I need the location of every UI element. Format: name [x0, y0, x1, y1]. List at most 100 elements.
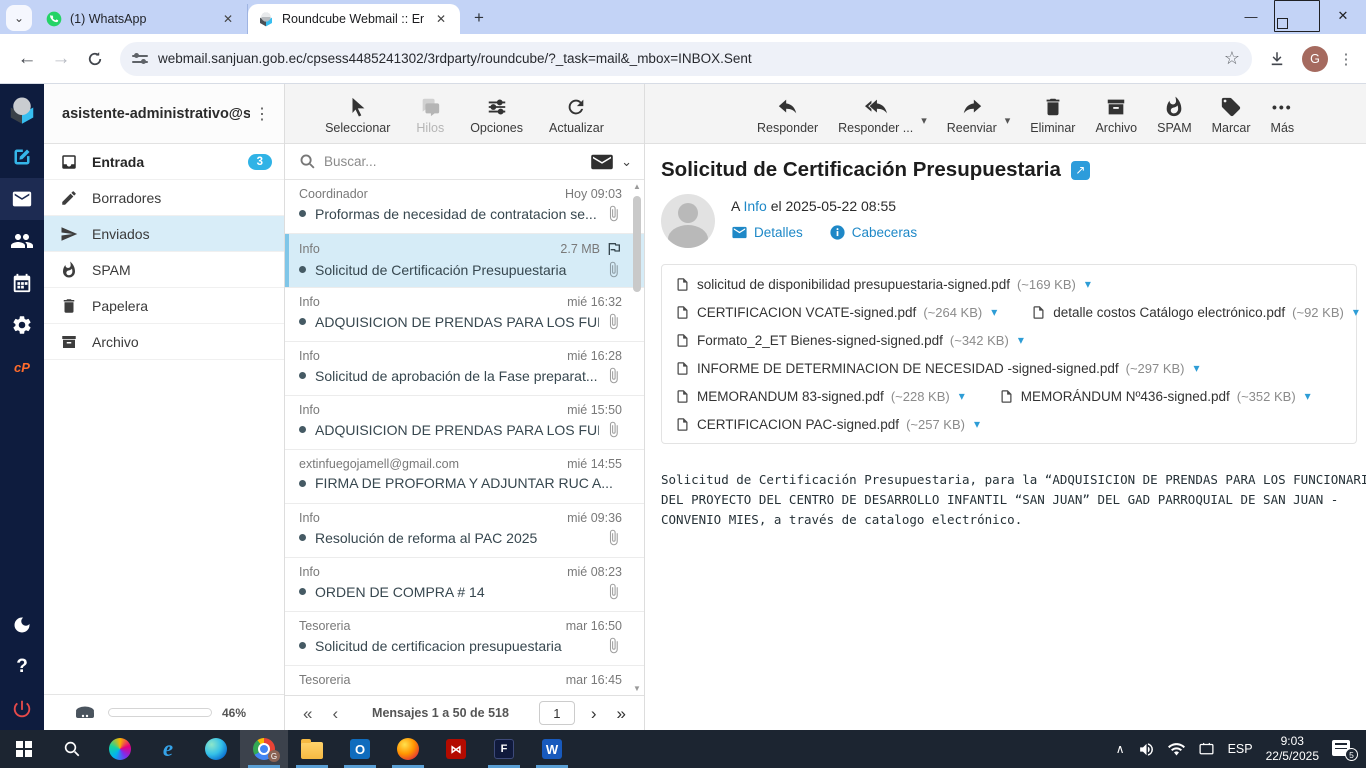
reload-button[interactable]	[78, 42, 112, 76]
bookmark-star-icon[interactable]: ☆	[1224, 48, 1240, 69]
rail-mail[interactable]	[0, 178, 44, 220]
attachment-item[interactable]: solicitud de disponibilidad presupuestar…	[675, 277, 1091, 292]
chevron-down-icon[interactable]: ▾	[1018, 333, 1024, 347]
search-scope-mail-icon[interactable]	[591, 153, 613, 171]
folder-papelera[interactable]: Papelera	[44, 288, 284, 324]
folder-spam[interactable]: SPAM	[44, 252, 284, 288]
attachment-item[interactable]: CERTIFICACION VCATE-signed.pdf (~264 KB)…	[675, 305, 997, 320]
close-button[interactable]: ✕	[1320, 0, 1366, 32]
message-row[interactable]: extinfuegojamell@gmail.commié 14:55 FIRM…	[285, 450, 644, 504]
refresh-button[interactable]: Actualizar	[549, 96, 604, 135]
taskbar-copilot[interactable]	[96, 730, 144, 768]
taskbar-outlook[interactable]: O	[336, 730, 384, 768]
message-row[interactable]: Infomié 09:36 Resolución de reforma al P…	[285, 504, 644, 558]
restore-button[interactable]	[1274, 0, 1320, 32]
recipient-link[interactable]: Info	[743, 198, 766, 214]
scroll-up-icon[interactable]: ▲	[631, 182, 643, 191]
rail-help[interactable]: ?	[0, 646, 44, 688]
chevron-down-icon[interactable]: ▾	[959, 389, 965, 403]
select-button[interactable]: Seleccionar	[325, 96, 390, 135]
display-cast-icon[interactable]	[1198, 741, 1215, 758]
tray-expand-icon[interactable]: ∧	[1116, 742, 1125, 756]
rail-cpanel[interactable]: cP	[0, 346, 44, 388]
tab-whatsapp[interactable]: (1) WhatsApp ✕	[36, 4, 248, 34]
taskbar-acrobat[interactable]: ⋈	[432, 730, 480, 768]
address-bar[interactable]: webmail.sanjuan.gob.ec/cpsess4485241302/…	[120, 42, 1252, 76]
message-row[interactable]: CoordinadorHoy 09:03 Proformas de necesi…	[285, 180, 644, 234]
taskbar-firefox[interactable]	[384, 730, 432, 768]
reply-button[interactable]: Responder	[757, 96, 818, 135]
mark-button[interactable]: Marcar	[1212, 96, 1251, 135]
threads-button[interactable]: Hilos	[416, 96, 444, 135]
chevron-down-icon[interactable]: ▾	[1085, 277, 1091, 291]
start-button[interactable]	[0, 730, 48, 768]
close-icon[interactable]: ✕	[432, 10, 450, 28]
chevron-down-icon[interactable]: ▾	[974, 417, 980, 431]
reply-all-menu-chevron[interactable]: ▾	[921, 114, 927, 127]
taskbar-search[interactable]	[48, 730, 96, 768]
attachment-item[interactable]: CERTIFICACION PAC-signed.pdf (~257 KB) ▾	[675, 417, 980, 432]
options-button[interactable]: Opciones	[470, 96, 523, 135]
message-row[interactable]: Tesoreriamar 16:45	[285, 666, 644, 695]
folder-enviados[interactable]: Enviados	[44, 216, 284, 252]
attachment-item[interactable]: detalle costos Catálogo electrónico.pdf …	[1031, 305, 1359, 320]
message-row[interactable]: Infomié 08:23 ORDEN DE COMPRA # 14	[285, 558, 644, 612]
downloads-button[interactable]	[1260, 42, 1294, 76]
headers-toggle[interactable]: Cabeceras	[829, 224, 917, 241]
chevron-down-icon[interactable]: ⌄	[621, 154, 632, 170]
rail-logout[interactable]	[0, 688, 44, 730]
forward-menu-chevron[interactable]: ▾	[1005, 114, 1011, 127]
chevron-down-icon[interactable]: ▾	[991, 305, 997, 319]
folder-borradores[interactable]: Borradores	[44, 180, 284, 216]
taskbar-internet-explorer[interactable]: e	[144, 730, 192, 768]
profile-avatar[interactable]: G	[1302, 46, 1328, 72]
tab-search-button[interactable]: ⌄	[6, 5, 32, 31]
taskbar-word[interactable]: W	[528, 730, 576, 768]
attachment-item[interactable]: MEMORÁNDUM Nº436-signed.pdf (~352 KB) ▾	[999, 389, 1311, 404]
next-page-button[interactable]: ›	[583, 705, 605, 722]
chevron-down-icon[interactable]: ▾	[1305, 389, 1311, 403]
message-row-selected[interactable]: Info2.7 MB Solicitud de Certificación Pr…	[285, 234, 644, 288]
scroll-down-icon[interactable]: ▼	[631, 684, 643, 693]
tab-roundcube[interactable]: Roundcube Webmail :: Enviados ✕	[248, 4, 460, 34]
message-row[interactable]: Tesoreriamar 16:50 Solicitud de certific…	[285, 612, 644, 666]
rail-dark-mode[interactable]	[0, 604, 44, 646]
wifi-icon[interactable]	[1168, 741, 1185, 758]
chevron-down-icon[interactable]: ▾	[1353, 305, 1359, 319]
browser-menu-button[interactable]: ⋮	[1336, 50, 1356, 68]
spam-button[interactable]: SPAM	[1157, 96, 1192, 135]
forward-button[interactable]: →	[44, 42, 78, 76]
chevron-down-icon[interactable]: ▾	[1194, 361, 1200, 375]
site-settings-icon[interactable]	[132, 51, 148, 67]
taskbar-chrome[interactable]: G	[240, 730, 288, 768]
back-button[interactable]: ←	[10, 42, 44, 76]
delete-button[interactable]: Eliminar	[1030, 96, 1075, 135]
rail-calendar[interactable]	[0, 262, 44, 304]
volume-icon[interactable]	[1138, 741, 1155, 758]
details-toggle[interactable]: Detalles	[731, 224, 803, 241]
attachment-item[interactable]: MEMORANDUM 83-signed.pdf (~228 KB) ▾	[675, 389, 965, 404]
more-button[interactable]: ••• Más	[1271, 96, 1295, 135]
archive-button[interactable]: Archivo	[1095, 96, 1137, 135]
attachment-item[interactable]: Formato_2_ET Bienes-signed-signed.pdf (~…	[675, 333, 1024, 348]
prev-page-button[interactable]: ‹	[324, 705, 346, 722]
language-indicator[interactable]: ESP	[1228, 742, 1253, 756]
attachment-item[interactable]: INFORME DE DETERMINACION DE NECESIDAD -s…	[675, 361, 1200, 376]
folder-archivo[interactable]: Archivo	[44, 324, 284, 360]
rail-contacts[interactable]	[0, 220, 44, 262]
folder-entrada[interactable]: Entrada 3	[44, 144, 284, 180]
rail-compose[interactable]	[0, 136, 44, 178]
taskbar-file-explorer[interactable]	[288, 730, 336, 768]
close-icon[interactable]: ✕	[219, 10, 237, 28]
taskbar-fes[interactable]: F	[480, 730, 528, 768]
list-scrollbar[interactable]: ▲ ▼	[631, 180, 643, 695]
page-input[interactable]	[539, 701, 575, 725]
forward-button[interactable]: Reenviar	[947, 96, 997, 135]
open-in-new-icon[interactable]: ↗	[1071, 161, 1090, 180]
last-page-button[interactable]: »	[609, 705, 634, 722]
clock[interactable]: 9:03 22/5/2025	[1266, 734, 1319, 764]
notification-center-button[interactable]: 5	[1332, 740, 1354, 758]
rail-settings[interactable]	[0, 304, 44, 346]
taskbar-edge[interactable]	[192, 730, 240, 768]
first-page-button[interactable]: «	[295, 705, 320, 722]
